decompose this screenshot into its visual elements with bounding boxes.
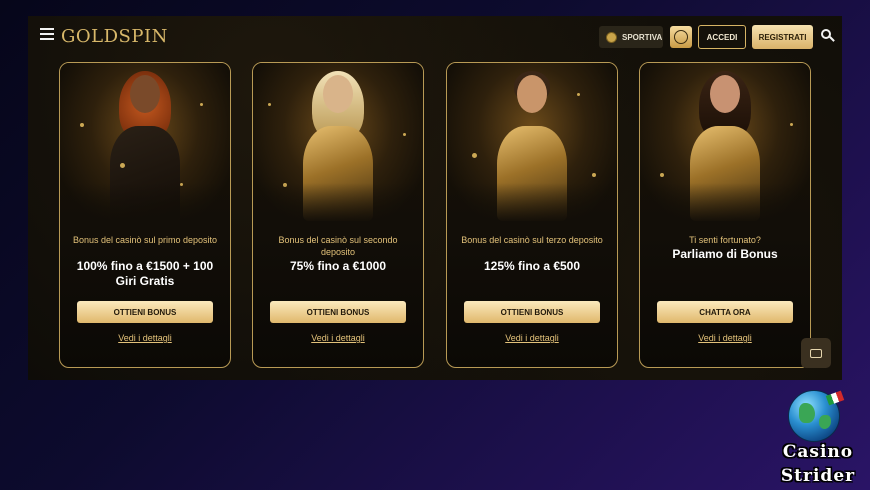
get-bonus-button[interactable]: OTTIENI BONUS <box>270 301 406 323</box>
chat-icon <box>810 348 822 358</box>
sportiva-button[interactable]: SPORTIVA <box>599 26 663 48</box>
menu-icon[interactable] <box>40 28 54 40</box>
watermark-line-1: Casino <box>782 442 854 462</box>
card-headline: 75% fino a €1000 <box>289 259 387 273</box>
card-headline: 100% fino a €1500 + 100 Giri Gratis <box>76 259 214 288</box>
bonus-card-first-deposit: Bonus del casinò sul primo deposito 100%… <box>59 62 231 368</box>
bonus-card-second-deposit: Bonus del casinò sul secondo deposito 75… <box>252 62 424 368</box>
card-artwork <box>447 63 617 223</box>
card-headline: 125% fino a €500 <box>483 259 581 273</box>
details-link[interactable]: Vedi i dettagli <box>447 333 617 343</box>
card-subtitle: Bonus del casinò sul secondo deposito <box>278 235 398 257</box>
get-bonus-button[interactable]: OTTIENI BONUS <box>464 301 600 323</box>
card-artwork <box>640 63 810 223</box>
details-link[interactable]: Vedi i dettagli <box>253 333 423 343</box>
top-navigation-bar: GOLDSPIN SPORTIVA ACCEDI REGISTRATI <box>28 16 842 56</box>
sportiva-label: SPORTIVA <box>622 32 663 42</box>
details-link[interactable]: Vedi i dettagli <box>60 333 230 343</box>
italy-flag-icon <box>825 390 845 406</box>
card-subtitle: Bonus del casinò sul primo deposito <box>72 235 218 245</box>
watermark-line-2: Strider <box>780 466 856 486</box>
bonus-card-third-deposit: Bonus del casinò sul terzo deposito 125%… <box>446 62 618 368</box>
card-artwork <box>253 63 423 223</box>
search-icon[interactable] <box>821 29 835 43</box>
chip-icon <box>674 30 688 44</box>
casino-strider-watermark: Casino Strider <box>776 388 860 488</box>
football-icon <box>606 31 617 43</box>
site-frame: GOLDSPIN SPORTIVA ACCEDI REGISTRATI Bonu… <box>28 16 842 380</box>
login-button[interactable]: ACCEDI <box>698 25 746 49</box>
card-subtitle: Bonus del casinò sul terzo deposito <box>461 235 603 245</box>
details-link[interactable]: Vedi i dettagli <box>640 333 810 343</box>
card-headline: Parliamo di Bonus <box>672 247 778 261</box>
card-artwork <box>60 63 230 223</box>
card-subtitle: Ti senti fortunato? <box>689 235 761 245</box>
casino-chip-button[interactable] <box>670 26 692 48</box>
bonus-card-chat: Ti senti fortunato? Parliamo di Bonus CH… <box>639 62 811 368</box>
register-button[interactable]: REGISTRATI <box>752 25 813 49</box>
live-chat-button[interactable] <box>801 338 831 368</box>
chat-now-button[interactable]: CHATTA ORA <box>657 301 793 323</box>
globe-icon <box>788 390 845 442</box>
get-bonus-button[interactable]: OTTIENI BONUS <box>77 301 213 323</box>
goldspin-logo[interactable]: GOLDSPIN <box>61 26 168 47</box>
